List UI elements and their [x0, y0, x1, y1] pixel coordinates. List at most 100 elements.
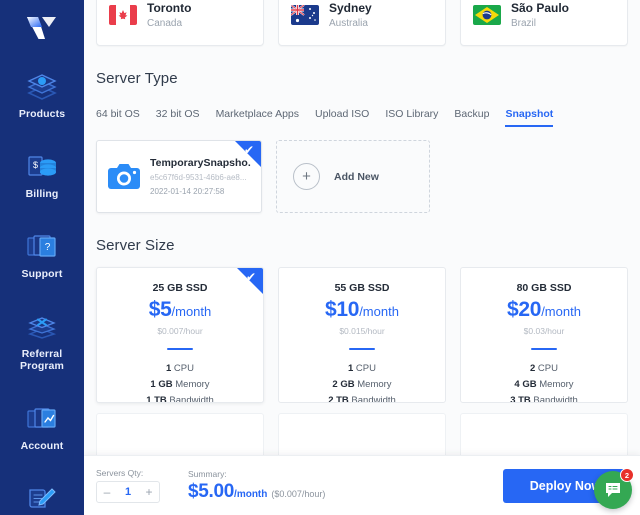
sidebar-item-label: Support	[21, 268, 63, 280]
australia-flag-icon	[291, 5, 319, 25]
size-price-period: /month	[541, 304, 581, 319]
location-card-sydney[interactable]: Sydney Australia	[278, 0, 446, 46]
size-price-period: /month	[359, 304, 399, 319]
sidebar-item-label: Products	[18, 108, 66, 120]
location-card-toronto[interactable]: Toronto Canada	[96, 0, 264, 46]
selected-check-icon: ✔	[237, 268, 263, 294]
sidebar-item-account[interactable]: Account	[0, 388, 84, 468]
size-price: $20/month	[469, 298, 619, 324]
divider	[167, 348, 193, 350]
size-memory-value: 2 GB	[332, 379, 355, 390]
summary-label: Summary:	[188, 468, 227, 479]
size-price-amount: $10	[325, 298, 360, 321]
money-icon: $	[25, 152, 59, 182]
snapshot-id: e5c67f6d-9531-46b6-ae8...	[150, 172, 247, 182]
qty-increment-button[interactable]: +	[139, 482, 159, 502]
location-city: São Paulo	[511, 0, 570, 15]
size-hourly-price: $0.015/hour	[339, 326, 385, 336]
main-content: Toronto Canada Sydney Australia São Paul…	[84, 0, 640, 515]
sidebar-item-products[interactable]: Products	[0, 56, 84, 136]
vultr-deploy-page: Products $ Billing ? Support Referral Pr…	[0, 0, 640, 515]
chat-badge-count: 2	[620, 468, 634, 482]
docs-icon	[25, 484, 59, 514]
referral-icon	[25, 312, 59, 342]
size-card-80gb[interactable]: 80 GB SSD $20/month $0.03/hour 2 CPU 4 G…	[460, 267, 628, 403]
chat-widget-button[interactable]: 2	[594, 468, 634, 509]
size-price-amount: $20	[507, 298, 542, 321]
size-memory-label: Memory	[536, 379, 574, 390]
tab-marketplace-apps[interactable]: Marketplace Apps	[216, 108, 299, 127]
account-icon	[25, 404, 59, 434]
vultr-logo[interactable]	[0, 0, 84, 56]
size-card-55gb[interactable]: 55 GB SSD $10/month $0.015/hour 1 CPU 2 …	[278, 267, 446, 403]
chat-icon	[606, 483, 620, 497]
size-bandwidth-label: Bandwidth	[166, 395, 214, 403]
sidebar-item-label: Referral Program	[20, 348, 64, 372]
tab-upload-iso[interactable]: Upload ISO	[315, 108, 369, 127]
layers-icon	[25, 72, 59, 102]
summary-amount: $5.00	[188, 480, 235, 502]
snapshot-row: TemporarySnapsho... e5c67f6d-9531-46b6-a…	[96, 140, 628, 213]
size-price: $5/month	[105, 298, 255, 324]
vultr-logo-icon	[27, 17, 56, 39]
servers-qty-label: Servers Qty:	[96, 468, 144, 478]
location-country: Brazil	[511, 17, 537, 29]
size-storage: 55 GB SSD	[334, 282, 390, 294]
size-bandwidth-value: 1 TB	[146, 395, 167, 403]
size-hourly-price: $0.007/hour	[157, 326, 203, 336]
svg-text:?: ?	[45, 242, 51, 253]
add-new-snapshot-button[interactable]: + Add New	[276, 140, 430, 213]
tab-32-bit-os[interactable]: 32 bit OS	[156, 108, 200, 127]
location-card-row: Toronto Canada Sydney Australia São Paul…	[96, 0, 628, 46]
canada-flag-icon	[109, 5, 137, 25]
sidebar-item-vultr-docs[interactable]: Vultr Docs	[0, 468, 84, 515]
server-size-title: Server Size	[96, 237, 175, 254]
quantity-stepper[interactable]: – 1 +	[96, 481, 160, 503]
svg-text:$: $	[33, 160, 38, 170]
summary-hourly: ($0.007/hour)	[271, 488, 326, 499]
snapshot-card[interactable]: TemporarySnapsho... e5c67f6d-9531-46b6-a…	[96, 140, 262, 213]
size-memory-label: Memory	[354, 379, 392, 390]
summary-block: Summary: $5.00 /month ($0.007/hour)	[188, 469, 325, 503]
size-storage: 25 GB SSD	[152, 282, 208, 294]
brazil-flag-icon	[473, 5, 501, 25]
size-price-period: /month	[171, 304, 212, 319]
size-memory-value: 4 GB	[514, 379, 537, 390]
camera-icon	[107, 163, 141, 190]
location-city: Sydney	[329, 0, 372, 15]
size-bandwidth-value: 3 TB	[510, 395, 531, 403]
qty-value[interactable]: 1	[117, 486, 139, 498]
size-price-amount: $5	[148, 298, 172, 321]
size-memory-label: Memory	[172, 379, 210, 390]
summary-period: /month	[234, 488, 268, 500]
selected-check-icon: ✔	[235, 141, 261, 167]
sidebar-item-label: Account	[20, 440, 64, 452]
deploy-summary-bar: Servers Qty: – 1 + Summary: $5.00 /month…	[84, 455, 640, 515]
tab-snapshot[interactable]: Snapshot	[505, 108, 554, 127]
server-size-row: 25 GB SSD $5/month $0.007/hour 1 CPU 1 G…	[96, 267, 628, 403]
size-card-25gb[interactable]: 25 GB SSD $5/month $0.007/hour 1 CPU 1 G…	[96, 267, 264, 403]
size-storage: 80 GB SSD	[516, 282, 572, 294]
size-bandwidth-label: Bandwidth	[530, 395, 578, 403]
add-new-label: Add New	[334, 170, 379, 183]
sidebar-item-billing[interactable]: $ Billing	[0, 136, 84, 216]
size-hourly-price: $0.03/hour	[523, 326, 565, 336]
location-card-sao-paulo[interactable]: São Paulo Brazil	[460, 0, 628, 46]
divider	[349, 348, 375, 350]
tab-iso-library[interactable]: ISO Library	[385, 108, 438, 127]
snapshot-date: 2022-01-14 20:27:58	[150, 186, 225, 196]
plus-icon: +	[293, 163, 320, 190]
sidebar-item-support[interactable]: ? Support	[0, 216, 84, 296]
tab-backup[interactable]: Backup	[454, 108, 489, 127]
size-bandwidth-label: Bandwidth	[348, 395, 396, 403]
size-bandwidth-value: 2 TB	[328, 395, 349, 403]
support-icon: ?	[25, 232, 59, 262]
location-country: Canada	[147, 17, 183, 29]
qty-decrement-button[interactable]: –	[97, 482, 117, 502]
sidebar: Products $ Billing ? Support Referral Pr…	[0, 0, 84, 515]
location-city: Toronto	[147, 0, 192, 15]
size-cpu-label: CPU	[171, 363, 194, 374]
sidebar-item-referral-program[interactable]: Referral Program	[0, 296, 84, 388]
tab-64-bit-os[interactable]: 64 bit OS	[96, 108, 140, 127]
size-price: $10/month	[287, 298, 437, 324]
